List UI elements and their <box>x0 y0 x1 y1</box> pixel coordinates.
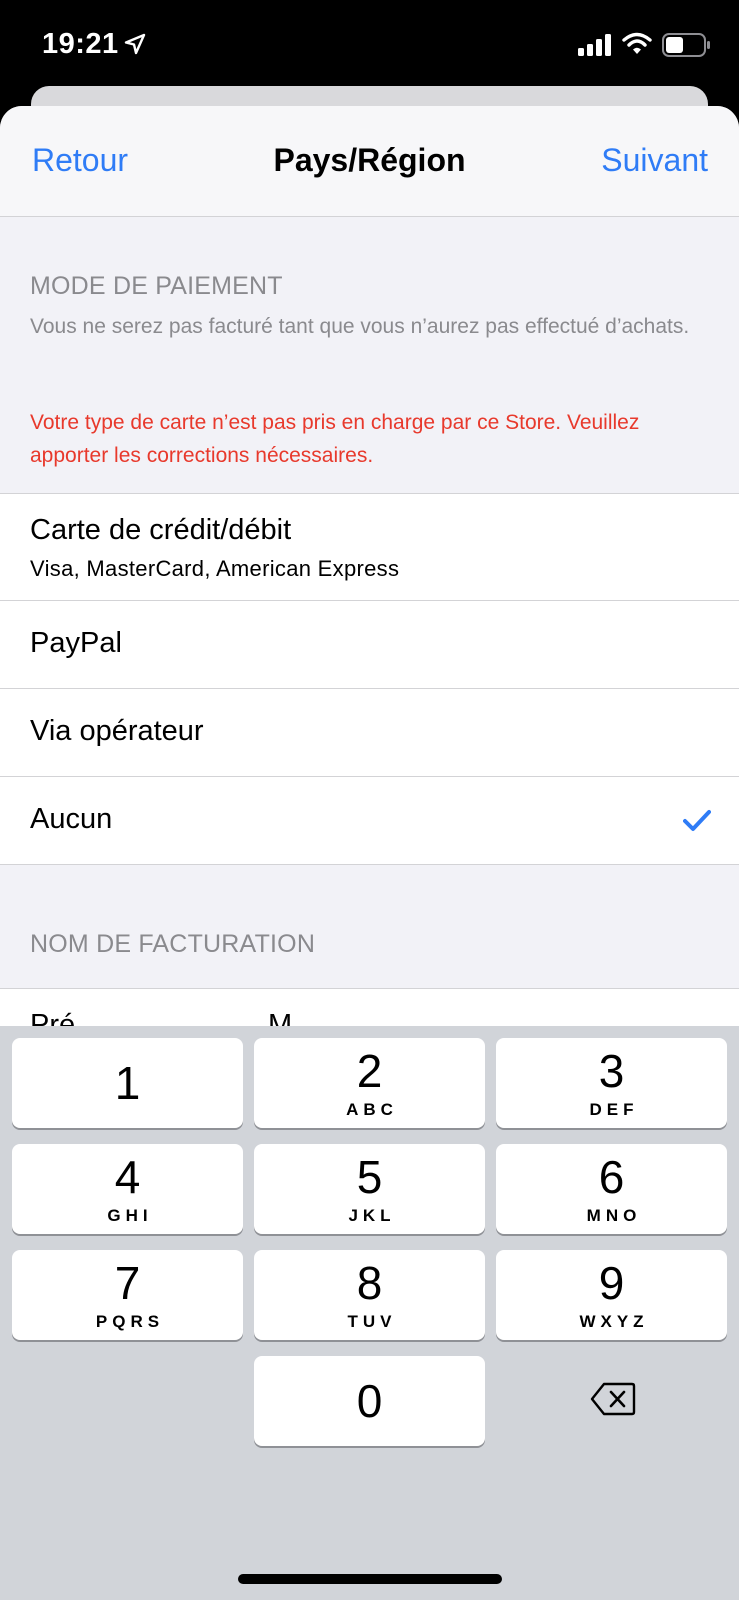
key-digit: 4 <box>114 1151 141 1203</box>
navigation-bar: Retour Pays/Région Suivant <box>0 106 739 217</box>
payment-option-sublabel: Visa, MasterCard, American Express <box>30 556 400 581</box>
payment-option-label: PayPal <box>30 627 122 659</box>
key-letters: JKL <box>348 1206 396 1225</box>
key-letters: TUV <box>347 1312 397 1331</box>
key-digit: 9 <box>598 1257 625 1309</box>
key-letters: PQRS <box>95 1312 165 1331</box>
back-button[interactable]: Retour <box>32 142 128 179</box>
payment-option-paypal[interactable]: PayPal <box>0 601 739 689</box>
payment-option-label: Carte de crédit/débit <box>30 514 292 546</box>
key-0[interactable]: 0 <box>254 1356 485 1446</box>
battery-icon <box>662 33 710 57</box>
key-2[interactable]: 2 ABC <box>254 1038 485 1128</box>
key-letters: WXYZ <box>579 1312 649 1331</box>
billing-section-header: NOM DE FACTURATION <box>30 930 316 958</box>
payment-option-label: Via opérateur <box>30 715 204 747</box>
key-digit: 0 <box>356 1375 383 1427</box>
key-8[interactable]: 8 TUV <box>254 1250 485 1340</box>
payment-option-label: Aucun <box>30 803 113 835</box>
key-digit: 2 <box>356 1045 383 1097</box>
status-bar: 19:21 <box>0 0 739 90</box>
key-letters: MNO <box>586 1206 642 1225</box>
next-button[interactable]: Suivant <box>601 142 708 179</box>
key-digit: 3 <box>598 1045 625 1097</box>
key-letters: DEF <box>589 1100 639 1119</box>
key-digit: 8 <box>356 1257 383 1309</box>
payment-option-carrier[interactable]: Via opérateur <box>0 689 739 777</box>
payment-section-header: MODE DE PAIEMENT <box>30 272 283 300</box>
wifi-icon <box>622 32 652 54</box>
status-time: 19:21 <box>42 28 119 60</box>
key-letters: GHI <box>107 1206 153 1225</box>
key-digit: 1 <box>114 1057 141 1109</box>
key-digit: 7 <box>114 1257 141 1309</box>
cellular-signal-icon <box>578 34 611 56</box>
payment-options-list: Carte de crédit/débit Visa, MasterCard, … <box>0 493 739 865</box>
key-4[interactable]: 4 GHI <box>12 1144 243 1234</box>
key-digit: 6 <box>598 1151 625 1203</box>
key-7[interactable]: 7 PQRS <box>12 1250 243 1340</box>
key-3[interactable]: 3 DEF <box>496 1038 727 1128</box>
key-9[interactable]: 9 WXYZ <box>496 1250 727 1340</box>
delete-backspace-icon[interactable] <box>590 1382 636 1416</box>
key-letters: ABC <box>346 1100 398 1119</box>
location-arrow-icon <box>124 33 146 55</box>
payment-section-subtitle: Vous ne serez pas facturé tant que vous … <box>30 315 690 338</box>
checkmark-icon <box>683 810 711 831</box>
payment-error-message: Votre type de carte n’est pas pris en ch… <box>30 411 640 467</box>
key-1[interactable]: 1 <box>12 1038 243 1128</box>
key-digit: 5 <box>356 1151 383 1203</box>
key-6[interactable]: 6 MNO <box>496 1144 727 1234</box>
home-indicator[interactable] <box>238 1574 502 1584</box>
key-5[interactable]: 5 JKL <box>254 1144 485 1234</box>
payment-option-none[interactable]: Aucun <box>0 777 739 864</box>
payment-option-card[interactable]: Carte de crédit/débit Visa, MasterCard, … <box>0 494 739 601</box>
